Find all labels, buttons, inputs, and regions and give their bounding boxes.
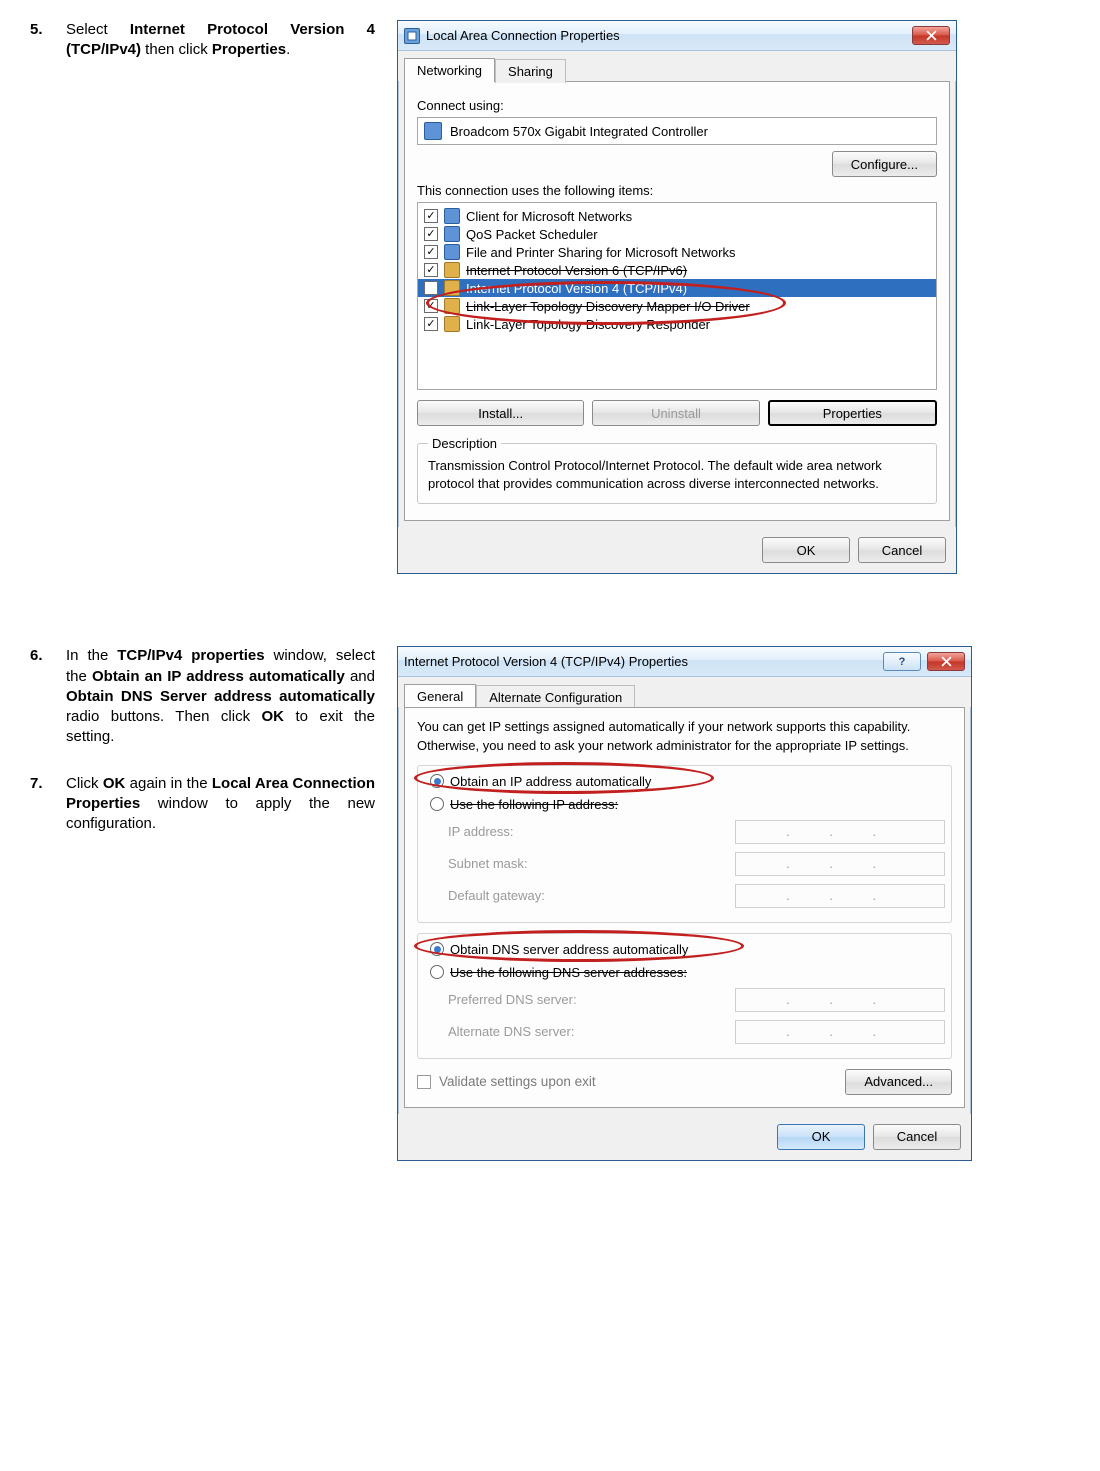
ipv4-properties-window: Internet Protocol Version 4 (TCP/IPv4) P…: [397, 646, 972, 1160]
window-title: Internet Protocol Version 4 (TCP/IPv4) P…: [404, 654, 688, 669]
pdns-row: Preferred DNS server: . . .: [424, 984, 945, 1016]
step-num-5: 5.: [30, 20, 48, 61]
adapter-box[interactable]: Broadcom 570x Gigabit Integrated Control…: [417, 117, 937, 145]
list-item: Client for Microsoft Networks: [418, 207, 936, 225]
close-button[interactable]: [912, 26, 950, 45]
tabstrip: General Alternate Configuration: [398, 677, 971, 707]
gateway-row: Default gateway: . . .: [424, 880, 945, 912]
description-text: Transmission Control Protocol/Internet P…: [428, 457, 926, 493]
checkbox-icon[interactable]: [424, 263, 438, 277]
description-legend: Description: [428, 436, 501, 451]
adapter-icon: [424, 122, 442, 140]
protocol-icon: [444, 316, 460, 332]
tab-networking[interactable]: Networking: [404, 58, 495, 82]
list-item: Link-Layer Topology Discovery Mapper I/O…: [418, 297, 936, 315]
ok-button[interactable]: OK: [762, 537, 850, 563]
tab-sharing[interactable]: Sharing: [495, 59, 566, 83]
radio-icon: [430, 797, 444, 811]
configure-button[interactable]: Configure...: [832, 151, 937, 177]
dns-section: Obtain DNS server address automatically …: [417, 933, 952, 1059]
step-num-6: 6.: [30, 646, 48, 747]
subnet-row: Subnet mask: . . .: [424, 848, 945, 880]
ip-section: Obtain an IP address automatically Use t…: [417, 765, 952, 923]
radio-obtain-dns[interactable]: Obtain DNS server address automatically: [424, 938, 945, 961]
help-button[interactable]: ?: [883, 652, 921, 671]
uninstall-button[interactable]: Uninstall: [592, 400, 759, 426]
tab-alternate[interactable]: Alternate Configuration: [476, 685, 635, 709]
cancel-button[interactable]: Cancel: [873, 1124, 961, 1150]
radio-icon: [430, 942, 444, 956]
install-button[interactable]: Install...: [417, 400, 584, 426]
gateway-input[interactable]: . . .: [735, 884, 945, 908]
checkbox-icon[interactable]: [424, 317, 438, 331]
network-icon: [404, 28, 420, 44]
adns-row: Alternate DNS server: . . .: [424, 1016, 945, 1048]
step-5-row: 5. Select Internet Protocol Version 4 (T…: [30, 20, 1080, 574]
list-item: Internet Protocol Version 6 (TCP/IPv6): [418, 261, 936, 279]
close-button[interactable]: [927, 652, 965, 671]
step-6-7-text: 6. In the TCP/IPv4 properties window, se…: [30, 646, 375, 1160]
list-item-selected: Internet Protocol Version 4 (TCP/IPv4): [418, 279, 936, 297]
validate-label: Validate settings upon exit: [439, 1074, 596, 1089]
description-group: Description Transmission Control Protoco…: [417, 436, 937, 504]
networking-panel: Connect using: Broadcom 570x Gigabit Int…: [404, 81, 950, 521]
items-label: This connection uses the following items…: [417, 183, 937, 198]
checkbox-icon[interactable]: [424, 281, 438, 295]
close-icon: [926, 30, 937, 41]
radio-obtain-ip[interactable]: Obtain an IP address automatically: [424, 770, 945, 793]
ip-input[interactable]: . . .: [735, 820, 945, 844]
adns-input[interactable]: . . .: [735, 1020, 945, 1044]
radio-icon: [430, 965, 444, 979]
radio-icon: [430, 774, 444, 788]
service-icon: [444, 244, 460, 260]
dialog-buttons: OK Cancel: [398, 1114, 971, 1160]
cancel-button[interactable]: Cancel: [858, 537, 946, 563]
protocol-icon: [444, 280, 460, 296]
checkbox-icon[interactable]: [424, 227, 438, 241]
protocol-icon: [444, 298, 460, 314]
validate-checkbox[interactable]: [417, 1075, 431, 1089]
ok-button[interactable]: OK: [777, 1124, 865, 1150]
ip-address-row: IP address: . . .: [424, 816, 945, 848]
list-item: File and Printer Sharing for Microsoft N…: [418, 243, 936, 261]
dialog-buttons: OK Cancel: [398, 527, 956, 573]
pdns-input[interactable]: . . .: [735, 988, 945, 1012]
subnet-input[interactable]: . . .: [735, 852, 945, 876]
tabstrip: Networking Sharing: [398, 51, 956, 81]
radio-use-dns[interactable]: Use the following DNS server addresses:: [424, 961, 945, 984]
titlebar[interactable]: Local Area Connection Properties: [398, 21, 956, 51]
lan-properties-window: Local Area Connection Properties Network…: [397, 20, 957, 574]
checkbox-icon[interactable]: [424, 299, 438, 313]
service-icon: [444, 226, 460, 242]
adapter-name: Broadcom 570x Gigabit Integrated Control…: [450, 124, 708, 139]
advanced-button[interactable]: Advanced...: [845, 1069, 952, 1095]
window-title: Local Area Connection Properties: [426, 28, 620, 43]
step-5-text: 5. Select Internet Protocol Version 4 (T…: [30, 20, 375, 574]
list-item: Link-Layer Topology Discovery Responder: [418, 315, 936, 333]
titlebar[interactable]: Internet Protocol Version 4 (TCP/IPv4) P…: [398, 647, 971, 677]
items-list[interactable]: Client for Microsoft Networks QoS Packet…: [417, 202, 937, 390]
ip-note: You can get IP settings assigned automat…: [417, 718, 952, 754]
tab-general[interactable]: General: [404, 684, 476, 708]
checkbox-icon[interactable]: [424, 245, 438, 259]
general-panel: You can get IP settings assigned automat…: [404, 707, 965, 1107]
checkbox-icon[interactable]: [424, 209, 438, 223]
step-num-7: 7.: [30, 774, 48, 835]
radio-use-ip[interactable]: Use the following IP address:: [424, 793, 945, 816]
protocol-icon: [444, 262, 460, 278]
client-icon: [444, 208, 460, 224]
properties-button[interactable]: Properties: [768, 400, 937, 426]
step-6-row: 6. In the TCP/IPv4 properties window, se…: [30, 646, 1080, 1160]
close-icon: [941, 656, 952, 667]
connect-using-label: Connect using:: [417, 98, 937, 113]
list-item: QoS Packet Scheduler: [418, 225, 936, 243]
